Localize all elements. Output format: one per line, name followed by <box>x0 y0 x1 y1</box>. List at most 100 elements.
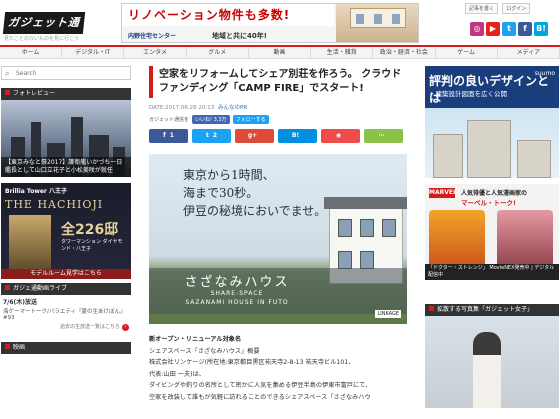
hero-line-3: 伊豆の秘境においでませ。 <box>183 204 327 218</box>
article-meta: DATE:2017.06.28 20:13 みんなのPR <box>149 103 407 111</box>
body-line: ダイビングや釣りの名所として密かに人気を集める伊豆半島の伊東市富戸にて、 <box>149 382 372 389</box>
header-ad-banner[interactable]: リノベーション物件も多数! 内野住宅センター 地域と共に40年! <box>121 3 419 43</box>
ad-brand: Brillia Tower 八王子 <box>5 188 67 195</box>
body-line: シェアスペース「さざなみハウス」概要 <box>149 347 260 355</box>
banner-brand: 内野住宅センター <box>128 33 177 40</box>
social-icons: ◎ ▶ t f B! <box>470 22 550 36</box>
ad-units: 全226邸 <box>61 222 119 238</box>
header-account-links: 記事を書く ログイン <box>465 3 532 14</box>
gadget-girls-heading: 拡散する写真集「ガジェット女子」 <box>425 304 559 316</box>
banner-house-image <box>336 4 418 42</box>
right-ad-marvel[interactable]: MARVEL 人気俳優と人気漫画家の マーベル・トーク! 「ドクター・ストレンジ… <box>425 184 559 280</box>
nav-item[interactable]: 動画 <box>249 47 312 58</box>
nav-item[interactable]: メディア <box>498 47 560 58</box>
follow-button[interactable]: フォローする <box>232 115 269 124</box>
person-photo-2 <box>497 210 553 272</box>
nav-item[interactable]: ホーム <box>0 47 63 58</box>
right-sidebar: suumo 評判の良いデザインとは ・建築設計図面を広く公開 MARVEL 人気… <box>425 66 559 408</box>
hero-house-name: さざなみハウス <box>184 275 290 290</box>
photo-review-heading: フォトレビュー <box>1 88 131 100</box>
share-icon: t <box>205 132 209 139</box>
instagram-icon[interactable]: ◎ <box>470 22 484 36</box>
live-section: ガジェ通動画ライブ 7/6(木)放送 海ゲーマートーク/バラエティ『夏の生あけぼ… <box>1 283 131 332</box>
body-heading: 新オープン・リニューアル対象名 <box>149 336 242 343</box>
hero-sub-2: SAZANAMI HOUSE IN FUTO <box>185 299 289 306</box>
article-title: 空家をリフォームしてシェア別荘を作ろう。 クラウドファンディング「CAMP FI… <box>149 66 407 98</box>
follow-label: ガジェット通信を <box>149 117 190 123</box>
body-line: 株式会社リンケージ(所在地:東京都目黒区祐天寺2-8-13 祐天寺ビル101、 <box>149 359 355 366</box>
share-button[interactable]: ⋯ <box>364 129 403 143</box>
video-heading: 映画 <box>1 342 131 354</box>
share-button[interactable]: f1 <box>149 129 188 143</box>
hero-line-1: 東京から1時間、 <box>183 168 275 182</box>
nav-item[interactable]: グルメ <box>187 47 249 58</box>
twitter-icon[interactable]: t <box>502 22 516 36</box>
gadget-girls-photo[interactable] <box>425 316 559 408</box>
nav-item[interactable]: 生活・雑貨 <box>311 47 374 58</box>
share-count: 2 <box>212 132 218 139</box>
site-header: ガジェット通信 見たことのないものを見に行こう リノベーション物件も多数! 内野… <box>0 0 560 51</box>
search-input[interactable] <box>16 68 126 78</box>
article-category[interactable]: みんなのPR <box>218 105 247 111</box>
banner-slogan: 地域と共に40年! <box>212 32 267 40</box>
linkage-logo: LINKAGE <box>375 310 401 318</box>
site-logo[interactable]: ガジェット通信 <box>2 12 86 51</box>
body-line: 代表:山田 一夫)は、 <box>149 370 205 378</box>
search-icon: ⌕ <box>5 69 10 78</box>
nav-item[interactable]: 政治・経済・社会 <box>373 47 436 58</box>
suumo-building-image <box>425 108 559 178</box>
youtube-icon[interactable]: ▶ <box>486 22 500 36</box>
share-button[interactable]: B! <box>278 129 317 143</box>
main-nav: ホーム デジタル・IT エンタメ グルメ 動画 生活・雑貨 政治・経済・社会 ゲーム メディア <box>0 45 560 59</box>
right-ad-suumo[interactable]: suumo 評判の良いデザインとは ・建築設計図面を広く公開 <box>425 66 559 178</box>
login-link[interactable]: ログイン <box>502 3 531 14</box>
share-icon: g+ <box>247 132 258 139</box>
site-tagline: 見たことのないものを見に行こう <box>4 36 79 42</box>
nav-item[interactable]: ゲーム <box>436 47 498 58</box>
marvel-strip: 「ドクター・ストレンジ」 MovieNEX発売中 | デジタル配信中 <box>425 264 559 280</box>
person-photo-1 <box>429 210 485 272</box>
share-count: 1 <box>169 132 174 139</box>
ad-sub: タワーマンション ダイヤモンド・八王子 <box>61 239 123 252</box>
ad-cta[interactable]: モデルルーム見学はこちら <box>1 269 131 279</box>
banner-headline: リノベーション物件も多数! <box>122 4 334 26</box>
hero-sub-1: SHARE-SPACE <box>210 290 264 297</box>
marvel-line-1: 人気俳優と人気漫画家の <box>461 190 528 197</box>
body-line: 空家を改装して誰もが気軽に訪れることのできるシェアスペース「さざなみハウ <box>149 393 371 401</box>
gadget-girls-section: 拡散する写真集「ガジェット女子」 <box>425 304 559 408</box>
live-archive-link[interactable]: 過去の生放送一覧はこちら › <box>1 322 131 332</box>
article-date: DATE:2017.06.28 20:13 <box>149 105 215 111</box>
live-program[interactable]: 海ゲーマートーク/バラエティ『夏の生あけぼん』#93 <box>1 306 131 322</box>
photo-review-image[interactable]: 【東京みなと祭2017】護衛艦いかづち一日艦長として山口立花子と小松美咲が就任 <box>1 100 131 177</box>
article-hero-image: 東京から1時間、 海まで30秒。 伊豆の秘境においでませ。 さざなみハウス SH… <box>149 154 407 324</box>
article-body: 新オープン・リニューアル対象名 シェアスペース「さざなみハウス」概要 株式会社リ… <box>149 334 407 403</box>
follow-bar: ガジェット通信を いいね! 3.3万 フォローする <box>149 115 407 124</box>
share-icon: ⋯ <box>378 132 385 139</box>
share-button[interactable]: t2 <box>192 129 231 143</box>
hatena-icon[interactable]: B! <box>534 22 548 36</box>
share-icon: ◉ <box>335 132 342 139</box>
chevron-right-icon: › <box>122 324 129 331</box>
live-date: 7/6(木)放送 <box>3 299 38 306</box>
photo-review-caption[interactable]: 【東京みなと祭2017】護衛艦いかづち一日艦長として山口立花子と小松美咲が就任 <box>1 157 131 177</box>
nav-item[interactable]: エンタメ <box>124 47 187 58</box>
write-article-link[interactable]: 記事を書く <box>465 3 499 14</box>
hero-copy: 東京から1時間、 海まで30秒。 伊豆の秘境においでませ。 <box>183 166 326 220</box>
share-icon: f <box>163 132 166 139</box>
tower-image <box>9 215 51 271</box>
live-heading: ガジェ通動画ライブ <box>1 283 131 295</box>
share-button[interactable]: g+ <box>235 129 274 143</box>
like-button[interactable]: いいね! 3.3万 <box>192 115 230 124</box>
search-box: ⌕ <box>1 66 131 80</box>
nav-item[interactable]: デジタル・IT <box>62 47 125 58</box>
left-ad-hachioji[interactable]: Brillia Tower 八王子 THE HACHIOJI 全226邸 タワー… <box>1 183 131 279</box>
facebook-icon[interactable]: f <box>518 22 532 36</box>
share-button[interactable]: ◉ <box>321 129 360 143</box>
hero-line-2: 海まで30秒。 <box>183 186 259 200</box>
ad-title: THE HACHIOJI <box>5 198 104 211</box>
left-sidebar: ⌕ フォトレビュー 【東京みなと祭2017】護衛艦いかづち一日艦長として山口立花… <box>1 66 131 354</box>
share-bar: f 1 t 2 g+ B! ◉ ⋯ <box>149 129 407 143</box>
marvel-line-2: マーベル・トーク! <box>461 199 516 207</box>
marvel-logo: MARVEL <box>429 188 457 198</box>
share-icon: B! <box>291 132 300 139</box>
